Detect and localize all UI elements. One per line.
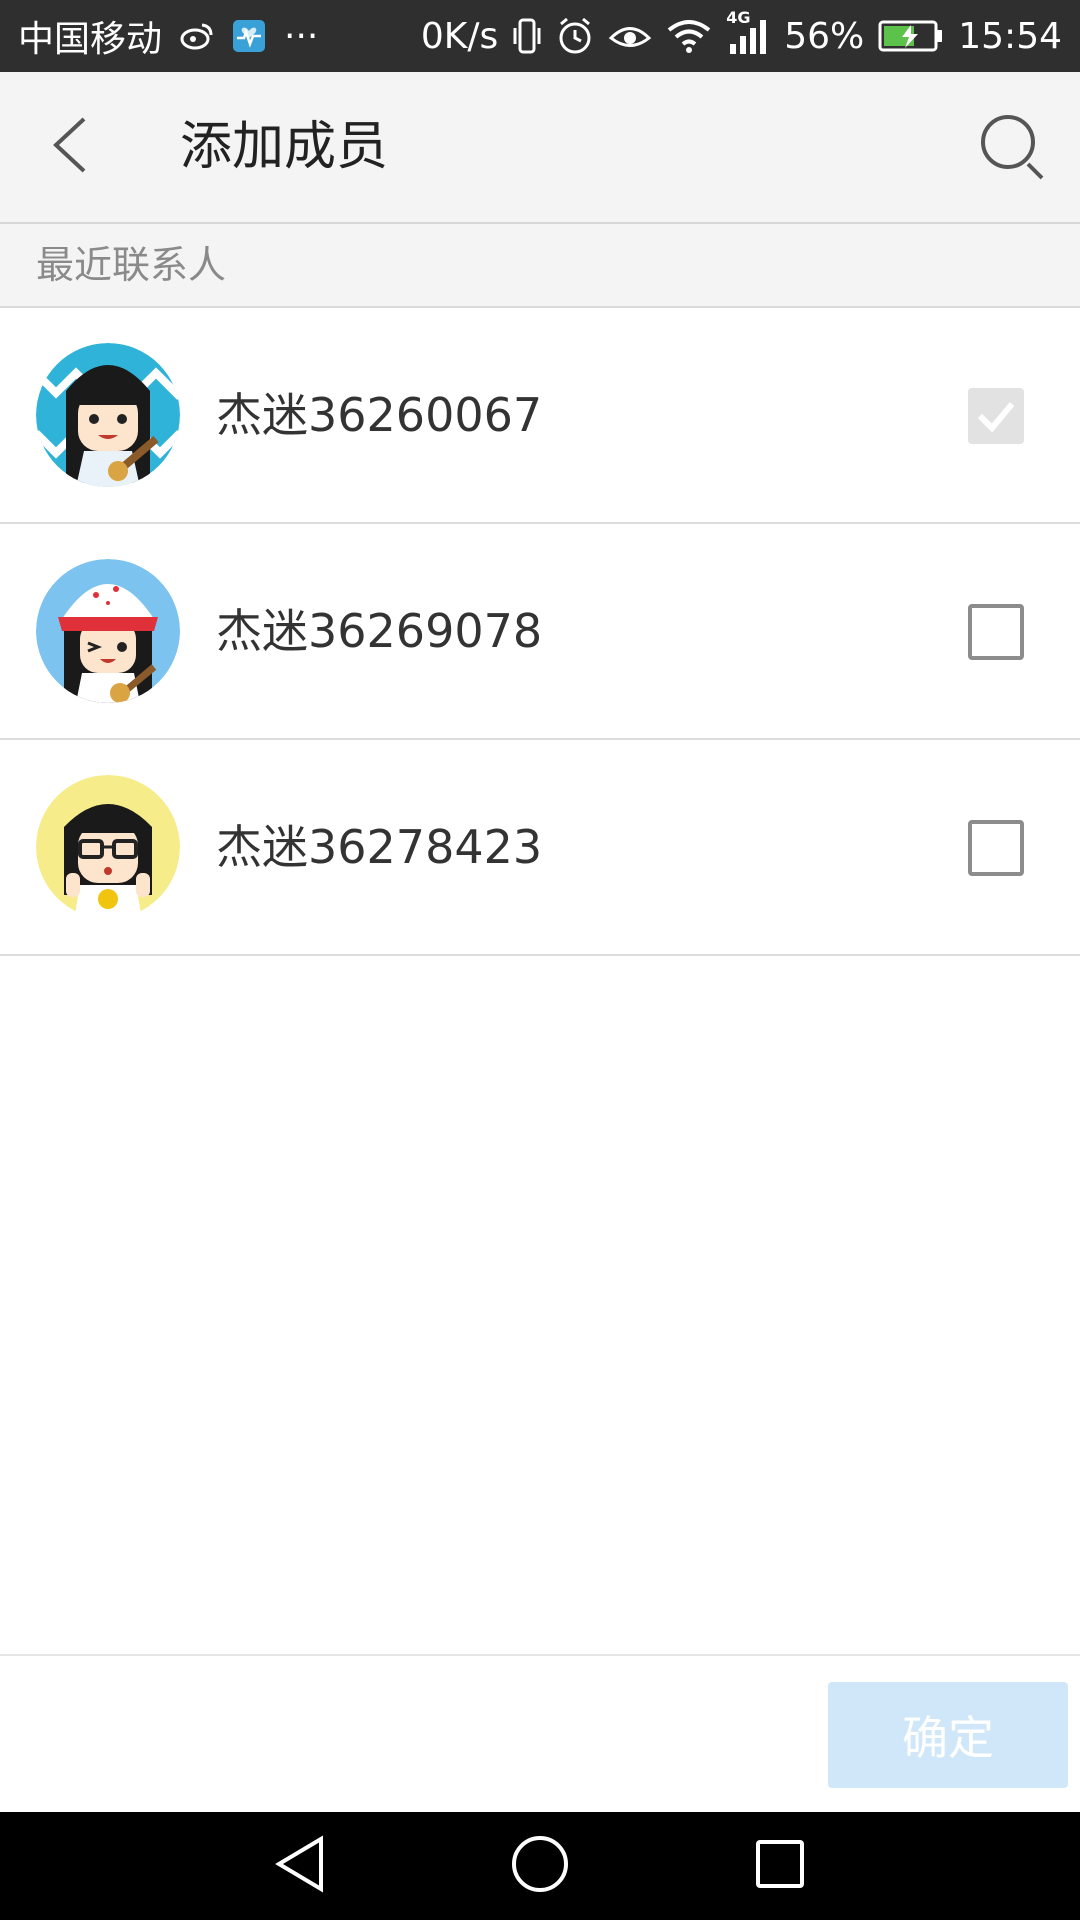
nav-back-button[interactable] [268,1834,332,1898]
clock: 15:54 [958,15,1062,57]
wifi-icon [666,18,712,54]
nav-home-button[interactable] [508,1834,572,1898]
nav-recents-icon [754,1838,806,1894]
nav-home-icon [510,1834,570,1898]
confirm-button[interactable]: 确定 [828,1682,1068,1788]
avatar [36,559,180,703]
contact-name: 杰迷36260067 [216,388,543,442]
avatar [36,775,180,919]
contact-name: 杰迷36278423 [216,820,543,874]
carrier-label: 中国移动 [18,19,163,60]
screen: 中国移动 ··· 0K/s 4G 56% 15:54 添加成员 最近联系人 杰迷… [0,0,1080,1920]
weibo-icon [180,21,214,51]
contact-name: 杰迷36269078 [216,604,543,658]
section-title: 最近联系人 [36,243,227,287]
checkmark-icon [977,402,1015,433]
app-bar: 添加成员 [0,72,1080,224]
battery-percent: 56% [784,15,865,57]
nav-recents-button[interactable] [748,1834,812,1898]
action-bar: 确定 [0,1654,1080,1814]
vibrate-icon [512,16,542,56]
health-app-icon [232,19,266,53]
network-speed: 0K/s [420,15,499,57]
more-notifications: ··· [284,15,319,57]
section-header: 最近联系人 [0,224,1080,308]
select-checkbox[interactable] [968,820,1024,876]
contact-row[interactable]: 杰迷36269078 [0,524,1080,740]
status-bar: 中国移动 ··· 0K/s 4G 56% 15:54 [0,0,1080,72]
back-button[interactable] [50,114,110,180]
search-icon [978,115,1050,188]
signal-icon: 4G [726,8,770,56]
avatar [36,343,180,487]
page-title: 添加成员 [180,117,389,177]
battery-charging-icon [878,19,944,53]
back-arrow-icon [50,115,90,179]
contact-row[interactable]: 杰迷36278423 [0,740,1080,956]
alarm-icon [556,17,594,55]
select-checkbox[interactable] [968,388,1024,444]
network-type: 4G [726,8,751,27]
search-button[interactable] [978,112,1050,184]
eye-comfort-icon [608,19,652,53]
nav-back-icon [273,1835,327,1897]
navigation-bar [0,1812,1080,1920]
contact-row[interactable]: 杰迷36260067 [0,308,1080,524]
contact-list: 杰迷36260067 杰迷36269078 杰迷36278423 [0,308,1080,956]
select-checkbox[interactable] [968,604,1024,660]
